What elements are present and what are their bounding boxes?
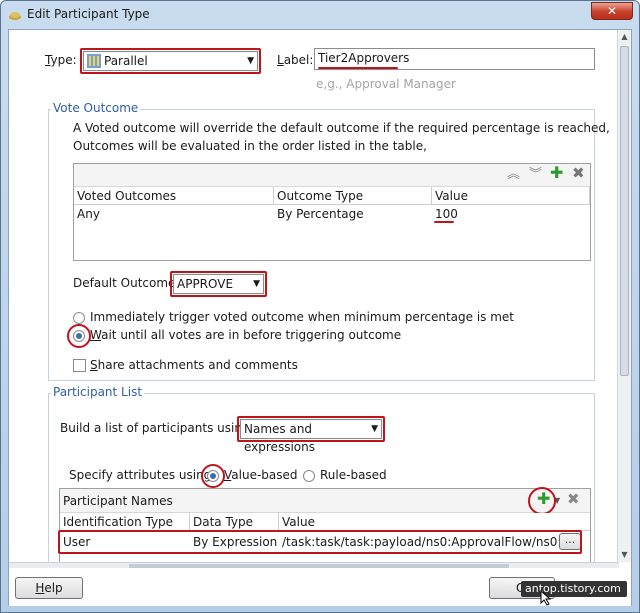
share-checkbox[interactable] [73,359,86,372]
label-label: Label: [277,53,314,67]
watermark: antop.tistory.com [521,581,627,597]
scroll-thumb[interactable] [620,46,629,376]
add-icon[interactable]: ✚ [550,165,563,181]
participant-list-title: Participant List [51,385,145,399]
column-header[interactable]: Voted Outcomes [74,187,274,205]
participant-names-header: Participant Names ✚ ▼ ✖ [60,489,590,513]
highlight-participant-row [58,530,582,554]
build-label: Build a list of participants using: [60,421,254,435]
voted-outcomes-grid: Voted Outcomes Outcome Type Value Any By… [74,187,590,260]
voted-outcomes-table: ︽ ︾ ✚ ✖ Voted Outcomes Outcome Type Valu… [73,163,591,261]
table-toolbar: ︽ ︾ ✚ ✖ [74,164,590,187]
underline-label-value [318,67,398,69]
dialog-footer: Help O antop.tistory.com [9,568,631,606]
close-button[interactable]: ✕ [591,2,633,20]
column-header[interactable]: Outcome Type [274,187,432,205]
scroll-up-icon[interactable]: ▲ [618,30,631,44]
underline-value [434,221,454,223]
table-row[interactable]: Any By Percentage 100 [74,205,590,223]
share-label: Share attachments and comments [90,358,298,372]
move-up-icon[interactable]: ︽ [507,168,520,182]
column-header[interactable]: Identification Type [60,513,190,531]
column-header[interactable]: Data Type [190,513,279,531]
radio-immediate[interactable] [73,312,85,324]
highlight-radio-value-based [201,464,225,488]
rule-based-label: Rule-based [320,468,387,482]
label-hint: e,g., Approval Manager [316,77,456,91]
highlight-add-participant [528,487,556,515]
radio-immediate-label: Immediately trigger voted outcome when m… [90,310,515,324]
dialog-body: Type: Parallel ▼ Label: Tier2Approvers e… [8,29,632,606]
highlight-default-outcome [170,271,267,297]
highlight-build [237,416,385,442]
column-header[interactable]: Value [432,187,590,205]
dialog-window: Edit Participant Type ✕ Type: Parallel ▼… [0,0,640,613]
radio-rule-based[interactable] [303,470,315,482]
help-button[interactable]: Help [15,577,83,599]
value-based-label: Value-based [224,468,298,482]
table-cell: Any [77,207,100,221]
vertical-scrollbar[interactable]: ▲ ▼ [617,30,631,562]
delete-icon[interactable]: ✖ [567,492,580,507]
move-down-icon[interactable]: ︾ [529,168,542,182]
participant-names-table: Participant Names ✚ ▼ ✖ Identification T… [58,487,591,564]
table-cell: By Percentage [277,207,364,221]
table-cell: 100 [435,207,458,221]
app-icon [9,12,21,20]
delete-icon[interactable]: ✖ [572,166,585,181]
type-label: Type: [45,53,77,67]
highlight-type [80,48,261,74]
title-bar[interactable]: Edit Participant Type ✕ [1,1,639,29]
column-header[interactable]: Value [279,513,590,531]
scroll-down-icon[interactable]: ▼ [618,548,631,562]
close-icon: ✕ [606,4,618,18]
vote-outcome-desc-1: A Voted outcome will override the defaul… [73,121,610,135]
vote-outcome-desc-2: Outcomes will be evaluated in the order … [73,139,427,153]
window-title: Edit Participant Type [27,7,150,21]
participant-names-title: Participant Names [63,494,173,508]
specify-label: Specify attributes using: [69,468,216,482]
radio-wait-label: Wait until all votes are in before trigg… [90,328,402,342]
default-outcome-label: Default Outcome: [73,276,180,290]
vote-outcome-title: Vote Outcome [51,101,141,115]
highlight-radio-wait [67,324,91,348]
mouse-cursor-icon [540,590,552,606]
